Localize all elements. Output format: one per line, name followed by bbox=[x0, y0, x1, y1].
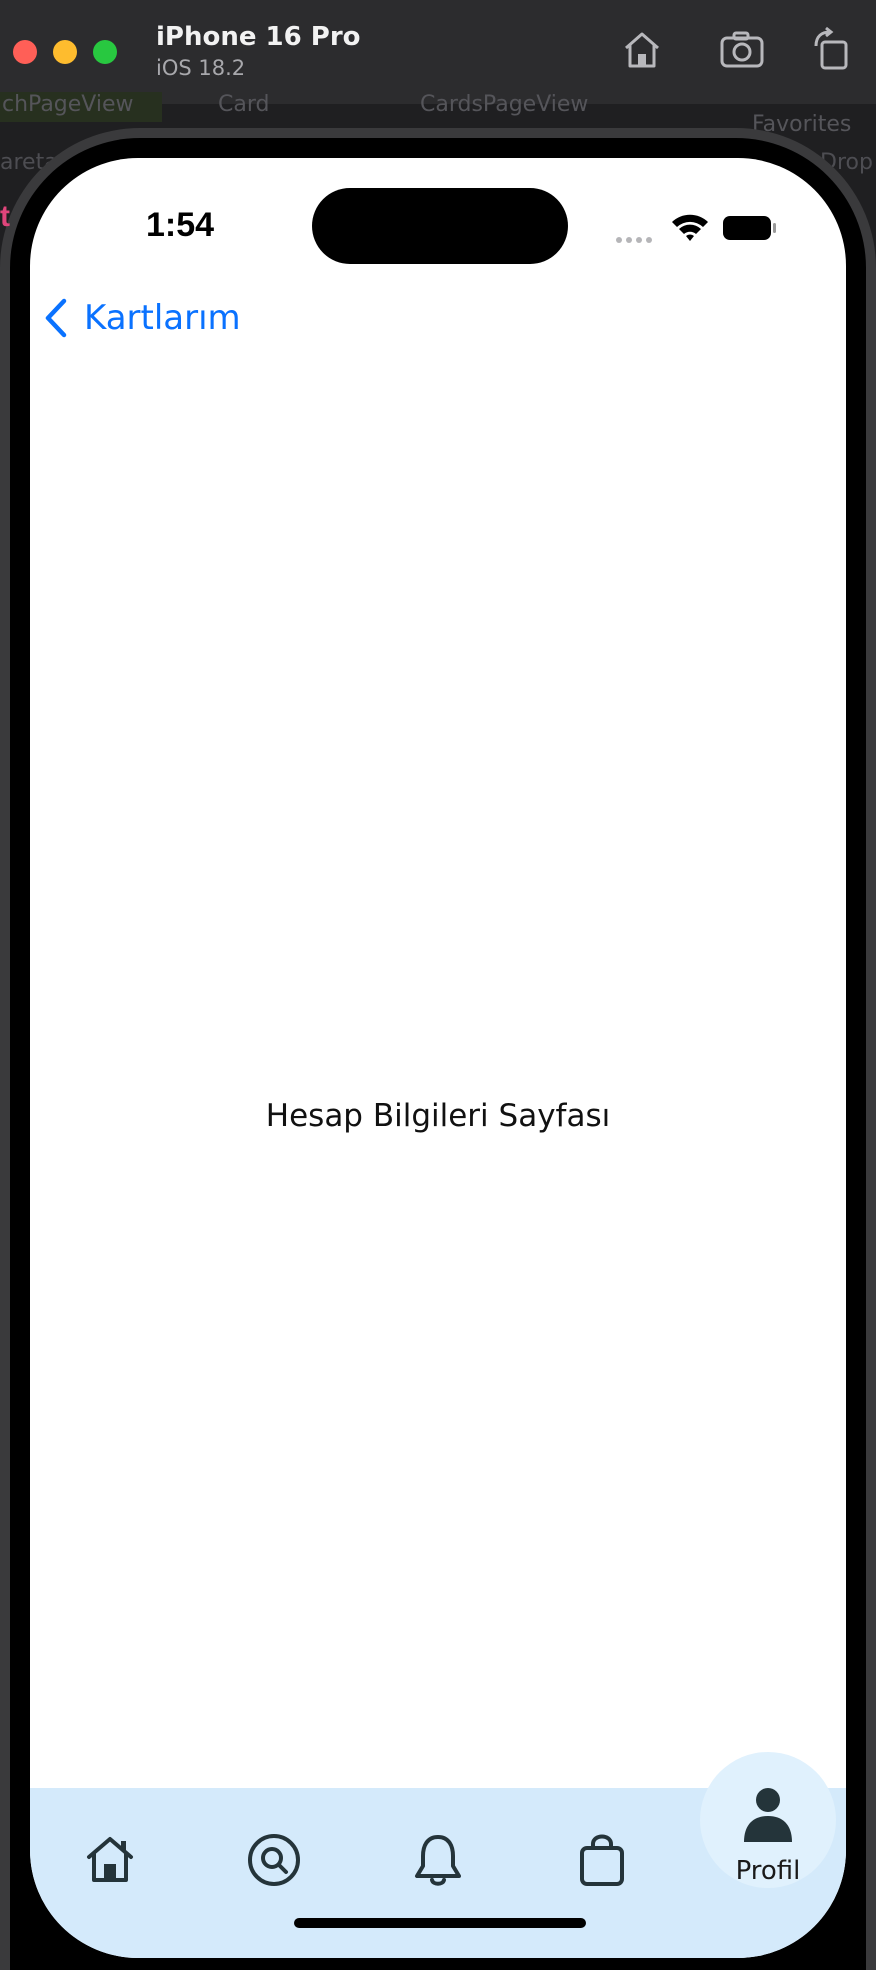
home-indicator bbox=[294, 1918, 586, 1928]
close-window-button[interactable] bbox=[13, 40, 37, 64]
tab-profile-label: Profil bbox=[735, 1856, 801, 1886]
tab-cart[interactable] bbox=[572, 1830, 632, 1890]
bag-icon bbox=[580, 1834, 624, 1886]
back-button[interactable]: Kartlarım bbox=[42, 296, 241, 340]
chevron-left-icon bbox=[45, 298, 67, 338]
cellular-signal-icon bbox=[616, 230, 656, 248]
device-name: iPhone 16 Pro bbox=[156, 22, 361, 52]
home-icon bbox=[87, 1837, 133, 1882]
dynamic-island bbox=[312, 188, 568, 264]
zoom-window-button[interactable] bbox=[93, 40, 117, 64]
background-tab: chPageView bbox=[0, 92, 162, 122]
page-title: Hesap Bilgileri Sayfası bbox=[265, 1098, 611, 1134]
phone-screen: 1:54 Kartlarım Hesap Bilgileri Sayfası P… bbox=[30, 158, 846, 1958]
bell-icon bbox=[415, 1835, 461, 1886]
tab-home[interactable] bbox=[80, 1830, 140, 1890]
person-icon bbox=[744, 1788, 792, 1842]
minimize-window-button[interactable] bbox=[53, 40, 77, 64]
tab-search[interactable] bbox=[244, 1830, 304, 1890]
background-tab: CardsPageView bbox=[420, 92, 589, 117]
search-icon bbox=[248, 1834, 300, 1886]
rotate-icon[interactable] bbox=[808, 26, 856, 74]
os-version: iOS 18.2 bbox=[156, 56, 246, 80]
home-icon[interactable] bbox=[618, 26, 666, 74]
simulator-title-bar: iPhone 16 Pro iOS 18.2 bbox=[0, 0, 876, 105]
battery-icon bbox=[723, 216, 776, 240]
status-time: 1:54 bbox=[146, 206, 215, 244]
wifi-icon bbox=[672, 214, 708, 241]
screenshot-icon[interactable] bbox=[718, 26, 766, 74]
back-label: Kartlarım bbox=[84, 298, 241, 338]
tab-notifications[interactable] bbox=[408, 1830, 468, 1890]
editor-marker: t bbox=[0, 200, 10, 233]
background-tab: Card bbox=[218, 92, 270, 117]
tab-profile[interactable]: Profil bbox=[700, 1752, 836, 1888]
